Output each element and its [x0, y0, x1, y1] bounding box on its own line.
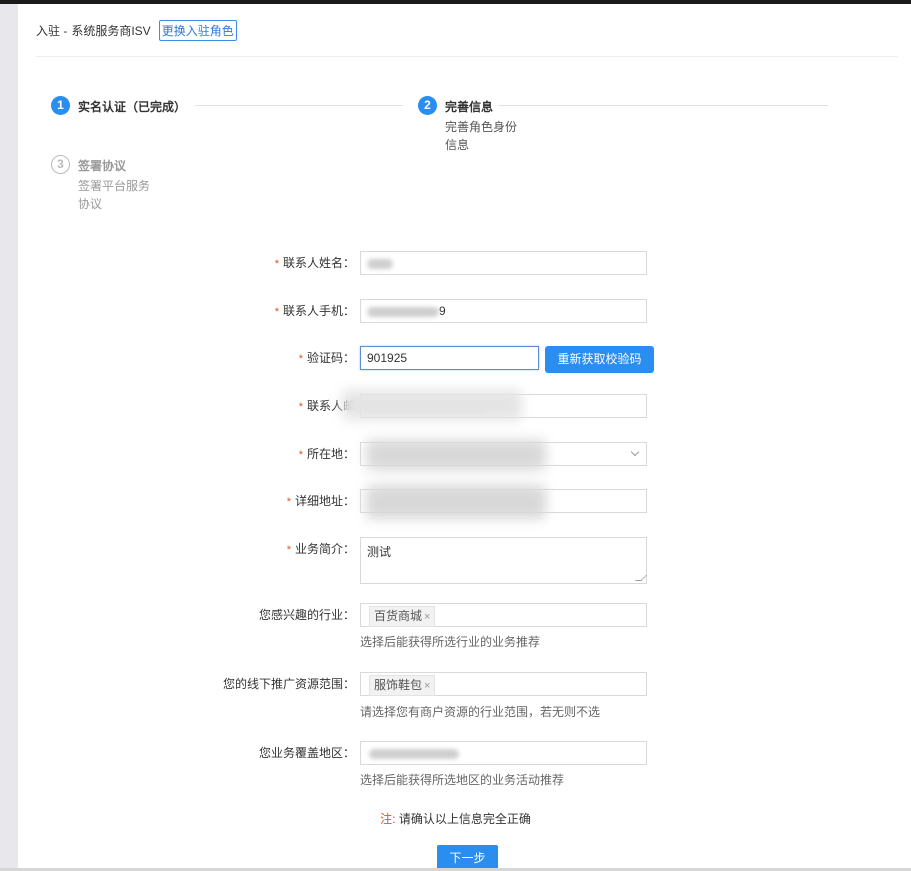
industry-input[interactable]: 百货商城 × — [360, 603, 647, 627]
verify-code-label: * 验证码： — [298, 351, 355, 365]
offline-resources-tag: 服饰鞋包 × — [369, 675, 436, 696]
required-mark: * — [286, 544, 291, 556]
step-connector-1 — [195, 105, 403, 106]
note-text: 请确认以上信息完全正确 — [398, 812, 531, 826]
resize-handle-icon[interactable] — [635, 575, 647, 581]
step-connector-2 — [498, 105, 828, 106]
contact-phone-input[interactable]: 9 — [360, 299, 647, 323]
step-1-title: 实名认证（已完成） — [78, 100, 187, 114]
redacted-blur — [369, 748, 459, 759]
redacted-overlay — [366, 485, 546, 519]
window-top-bar — [0, 0, 911, 4]
redacted-blur — [367, 258, 393, 269]
offline-resources-input[interactable]: 服饰鞋包 × — [360, 672, 647, 696]
required-mark: * — [298, 353, 303, 365]
business-intro-value: 测试 — [367, 545, 392, 559]
change-role-button[interactable]: 更换入驻角色 — [158, 19, 237, 41]
coverage-area-hint: 选择后能获得所选地区的业务活动推荐 — [360, 773, 565, 787]
business-intro-textarea[interactable]: 测试 — [360, 537, 647, 584]
confirm-note: 注: 请确认以上信息完全正确 — [0, 810, 911, 827]
left-gutter — [0, 4, 18, 871]
address-label: * 详细地址： — [286, 494, 355, 508]
redacted-overlay — [366, 440, 546, 470]
step-1-number: 1 — [51, 96, 70, 115]
step-2-title: 完善信息 — [445, 100, 494, 114]
note-mark: 注: — [380, 812, 396, 826]
coverage-area-input[interactable] — [360, 741, 647, 765]
step-3-desc: 签署平台服务协议 — [78, 179, 151, 211]
step-2-number: 2 — [418, 96, 437, 115]
required-mark: * — [274, 258, 279, 270]
resend-code-button[interactable]: 重新获取校验码 — [545, 346, 654, 373]
required-mark: * — [274, 306, 279, 318]
verify-code-input[interactable]: 901925 — [360, 346, 539, 370]
contact-name-input[interactable] — [360, 251, 647, 275]
page-header: 入驻 - 系统服务商ISV 更换入驻角色 — [36, 19, 237, 41]
industry-hint: 选择后能获得所选行业的业务推荐 — [360, 635, 541, 649]
chevron-down-icon — [630, 447, 640, 457]
contact-phone-label: * 联系人手机： — [274, 304, 355, 318]
remove-tag-icon[interactable]: × — [424, 611, 430, 623]
remove-tag-icon[interactable]: × — [424, 680, 430, 692]
offline-resources-label: 您的线下推广资源范围： — [222, 677, 355, 691]
required-mark: * — [298, 401, 303, 413]
redacted-blur — [367, 306, 439, 317]
required-mark: * — [286, 496, 291, 508]
step-3-title: 签署协议 — [78, 159, 127, 173]
header-divider — [36, 56, 898, 57]
redacted-overlay — [342, 390, 522, 420]
step-2-desc: 完善角色身份信息 — [445, 120, 518, 152]
role-name: 系统服务商ISV — [71, 23, 151, 38]
location-label: * 所在地： — [298, 447, 355, 461]
business-intro-label: * 业务简介： — [286, 542, 355, 556]
required-mark: * — [298, 449, 303, 461]
industry-label: 您感兴趣的行业： — [258, 608, 355, 622]
offline-resources-hint: 请选择您有商户资源的行业范围，若无则不选 — [360, 705, 601, 719]
page-title: 入驻 - — [36, 23, 68, 38]
industry-tag: 百货商城 × — [369, 606, 436, 627]
contact-name-label: * 联系人姓名： — [274, 256, 355, 270]
step-3-number: 3 — [51, 155, 70, 174]
coverage-area-label: 您业务覆盖地区： — [258, 746, 355, 760]
